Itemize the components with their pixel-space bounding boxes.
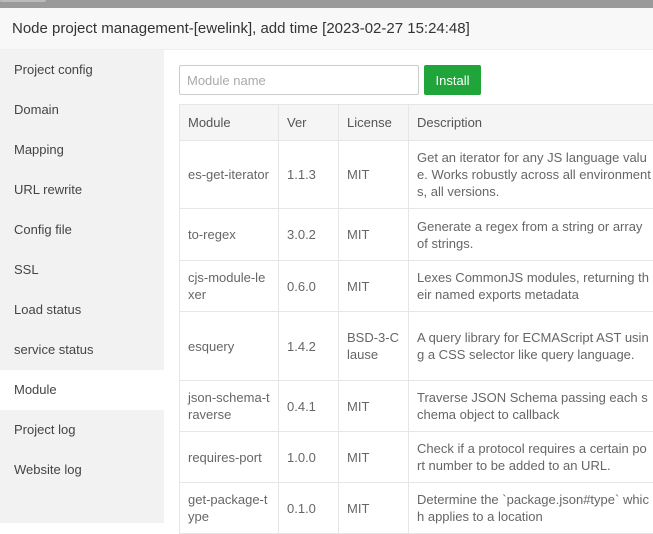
description-cell: Get an iterator for any JS language valu… xyxy=(409,141,653,209)
sidebar-item-website-log[interactable]: Website log xyxy=(0,450,164,490)
description-cell: Check if a protocol requires a certain p… xyxy=(409,432,653,483)
description-cell: Lexes CommonJS modules, returning their … xyxy=(409,261,653,312)
table-row: cjs-module-lexer0.6.0MITLexes CommonJS m… xyxy=(180,261,653,312)
dialog-title: Node project management-[ewelink], add t… xyxy=(0,8,653,50)
version-cell: 3.0.2 xyxy=(279,209,339,261)
license-cell: MIT xyxy=(339,483,409,534)
table-row: json-schema-traverse0.4.1MITTraverse JSO… xyxy=(180,381,653,432)
version-cell: 0.1.0 xyxy=(279,483,339,534)
sidebar-item-config-file[interactable]: Config file xyxy=(0,210,164,250)
sidebar-item-service-status[interactable]: service status xyxy=(0,330,164,370)
license-cell: MIT xyxy=(339,141,409,209)
table-row: get-package-type0.1.0MITDetermine the `p… xyxy=(180,483,653,534)
table-header-row: Module Ver License Description xyxy=(180,105,653,141)
module-cell: esquery xyxy=(180,312,279,381)
module-table: Module Ver License Description es-get-it… xyxy=(179,104,653,534)
license-cell: BSD-3-Clause xyxy=(339,312,409,381)
description-cell: Determine the `package.json#type` which … xyxy=(409,483,653,534)
description-cell: Traverse JSON Schema passing each schema… xyxy=(409,381,653,432)
main-panel: Install Module Ver License Description e… xyxy=(164,50,653,523)
version-cell: 1.0.0 xyxy=(279,432,339,483)
license-cell: MIT xyxy=(339,381,409,432)
module-cell: es-get-iterator xyxy=(180,141,279,209)
description-cell: Generate a regex from a string or array … xyxy=(409,209,653,261)
sidebar-item-domain[interactable]: Domain xyxy=(0,90,164,130)
window-top-bar xyxy=(0,0,653,8)
table-row: esquery1.4.2BSD-3-ClauseA query library … xyxy=(180,312,653,381)
sidebar-item-project-log[interactable]: Project log xyxy=(0,410,164,450)
description-cell: A query library for ECMAScript AST using… xyxy=(409,312,653,381)
sidebar-item-url-rewrite[interactable]: URL rewrite xyxy=(0,170,164,210)
sidebar-item-module[interactable]: Module xyxy=(0,370,164,410)
install-button[interactable]: Install xyxy=(424,65,481,95)
module-cell: requires-port xyxy=(180,432,279,483)
table-row: to-regex3.0.2MITGenerate a regex from a … xyxy=(180,209,653,261)
sidebar-item-project-config[interactable]: Project config xyxy=(0,50,164,90)
header-ver: Ver xyxy=(279,105,339,141)
license-cell: MIT xyxy=(339,209,409,261)
sidebar: Project configDomainMappingURL rewriteCo… xyxy=(0,50,164,523)
license-cell: MIT xyxy=(339,261,409,312)
header-description: Description xyxy=(409,105,653,141)
module-cell: json-schema-traverse xyxy=(180,381,279,432)
license-cell: MIT xyxy=(339,432,409,483)
version-cell: 1.4.2 xyxy=(279,312,339,381)
module-cell: to-regex xyxy=(180,209,279,261)
version-cell: 0.6.0 xyxy=(279,261,339,312)
header-license: License xyxy=(339,105,409,141)
window-tab xyxy=(0,0,46,2)
table-row: es-get-iterator1.1.3MITGet an iterator f… xyxy=(180,141,653,209)
table-row: requires-port1.0.0MITCheck if a protocol… xyxy=(180,432,653,483)
version-cell: 1.1.3 xyxy=(279,141,339,209)
sidebar-item-ssl[interactable]: SSL xyxy=(0,250,164,290)
module-cell: get-package-type xyxy=(180,483,279,534)
version-cell: 0.4.1 xyxy=(279,381,339,432)
module-name-input[interactable] xyxy=(179,65,419,95)
sidebar-item-load-status[interactable]: Load status xyxy=(0,290,164,330)
module-cell: cjs-module-lexer xyxy=(180,261,279,312)
header-module: Module xyxy=(180,105,279,141)
sidebar-item-mapping[interactable]: Mapping xyxy=(0,130,164,170)
